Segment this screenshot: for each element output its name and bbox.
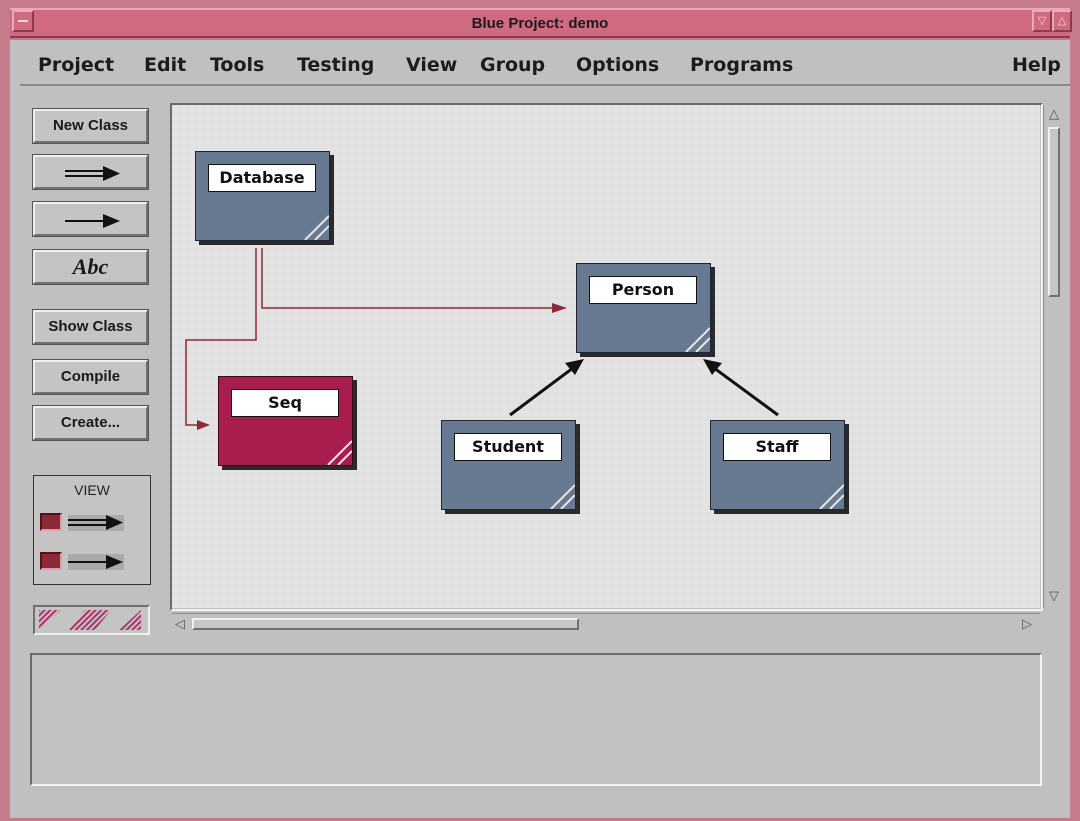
menu-view[interactable]: View (406, 54, 457, 76)
vertical-scroll-thumb[interactable] (1048, 127, 1060, 297)
window-title: Blue Project: demo (471, 15, 609, 32)
view-uses-toggle[interactable] (40, 550, 125, 574)
menu-testing[interactable]: Testing (297, 54, 374, 76)
maximize-button[interactable]: △ (1052, 10, 1072, 32)
inherits-arrow-icon (68, 515, 124, 531)
menu-project[interactable]: Project (38, 54, 114, 76)
view-label: VIEW (74, 482, 110, 498)
inherits-arrow-button[interactable] (32, 154, 149, 190)
vertical-scrollbar[interactable]: △ ▽ (1043, 105, 1065, 608)
compile-button[interactable]: Compile (32, 359, 149, 395)
menubar: Project Edit Tools Testing View Group Op… (20, 48, 1070, 86)
scroll-right-icon[interactable]: ▷ (1022, 617, 1032, 631)
class-staff[interactable]: Staff (710, 420, 845, 510)
class-name-label: Person (589, 276, 697, 304)
show-class-button[interactable]: Show Class (32, 309, 149, 345)
inherits-arrow-icon (65, 166, 120, 181)
minimize-button[interactable]: ▽ (1032, 10, 1052, 32)
uses-arrow-button[interactable] (32, 201, 149, 237)
class-database[interactable]: Database (195, 151, 330, 241)
scroll-up-icon[interactable]: △ (1049, 107, 1059, 121)
work-indicator (33, 605, 150, 635)
class-name-label: Staff (723, 433, 831, 461)
resize-corner-icon[interactable] (545, 479, 575, 509)
menu-programs[interactable]: Programs (690, 54, 793, 76)
uses-arrow-icon (65, 214, 120, 228)
menu-help[interactable]: Help (1012, 54, 1061, 76)
resize-corner-icon[interactable] (680, 322, 710, 352)
title-bar[interactable]: Blue Project: demo (10, 8, 1070, 38)
class-name-label: Seq (231, 389, 339, 417)
message-area (30, 653, 1042, 786)
inheritance-checkbox[interactable] (40, 513, 62, 531)
menu-group[interactable]: Group (480, 54, 545, 76)
menu-edit[interactable]: Edit (144, 54, 186, 76)
striped-progress-icon (39, 610, 141, 630)
class-name-label: Student (454, 433, 562, 461)
resize-corner-icon[interactable] (814, 479, 844, 509)
menu-options[interactable]: Options (576, 54, 659, 76)
class-student[interactable]: Student (441, 420, 576, 510)
class-name-label: Database (208, 164, 316, 192)
view-inheritance-toggle[interactable] (40, 511, 125, 535)
window-menu-button[interactable] (12, 10, 34, 32)
window-menu-icon (18, 20, 28, 22)
scroll-down-icon[interactable]: ▽ (1049, 589, 1059, 603)
class-diagram-canvas[interactable]: Database Seq Person Student Staff (172, 105, 1040, 608)
text-tool-button[interactable]: Abc (32, 249, 149, 285)
resize-corner-icon[interactable] (299, 210, 329, 240)
create-button[interactable]: Create... (32, 405, 149, 441)
horizontal-scrollbar[interactable]: ◁ ▷ (172, 613, 1040, 635)
class-seq[interactable]: Seq (218, 376, 353, 466)
menu-tools[interactable]: Tools (210, 54, 264, 76)
uses-arrow-icon (68, 554, 124, 570)
uses-checkbox[interactable] (40, 552, 62, 570)
resize-corner-icon[interactable] (322, 435, 352, 465)
new-class-button[interactable]: New Class (32, 108, 149, 144)
class-person[interactable]: Person (576, 263, 711, 353)
horizontal-scroll-thumb[interactable] (192, 618, 579, 630)
view-panel: VIEW (33, 475, 151, 585)
scroll-left-icon[interactable]: ◁ (175, 617, 185, 631)
